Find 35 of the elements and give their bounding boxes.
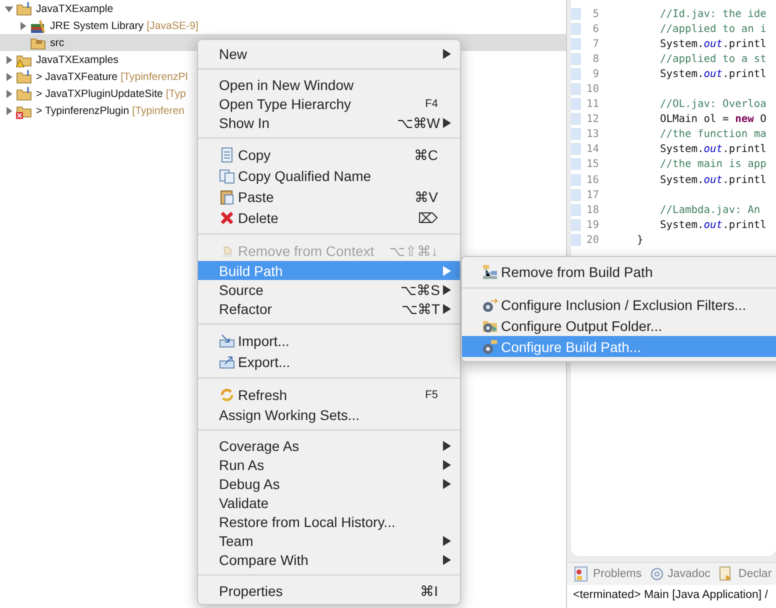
line-number: 20 <box>571 234 603 246</box>
code-line: } <box>636 234 644 246</box>
code-line: System.out.printl <box>659 174 766 186</box>
code-line: System.out.printl <box>659 68 766 80</box>
code-line: //Lambda.jav: An <box>659 204 760 216</box>
tree-decoration: [TypinferenzPl <box>120 70 188 82</box>
tree-decoration: [JavaSE-9] <box>146 20 198 32</box>
code-line: OLMain ol = new O <box>659 113 766 126</box>
code-line: //applied to a st <box>659 52 766 65</box>
code-line: //the function ma <box>659 128 766 140</box>
tree-decoration: [Typinferen <box>132 104 185 116</box>
code-line: //the main is app <box>659 158 766 170</box>
code-line: //Id.jav: the ide <box>659 8 766 20</box>
line-number: 19 <box>571 218 603 231</box>
tree-decoration: [Typ <box>166 88 186 100</box>
code-line: //OL.jav: Overloa <box>659 98 766 110</box>
line-number: 12 <box>571 113 603 126</box>
console-output: <terminated> Main [Java Application] / <box>567 585 776 608</box>
line-number: 13 <box>571 128 603 140</box>
line-number: 16 <box>571 174 603 186</box>
line-number: 5 <box>571 8 603 20</box>
line-number: 18 <box>571 204 603 216</box>
line-number: 11 <box>571 98 603 110</box>
line-number: 6 <box>571 22 603 35</box>
line-number: 9 <box>571 68 603 80</box>
line-number: 15 <box>571 158 603 170</box>
line-number: 14 <box>571 143 603 156</box>
line-number: 17 <box>571 188 603 201</box>
code-line: //applied to an i <box>659 22 766 35</box>
code-line: System.out.printl <box>659 38 766 50</box>
code-line: System.out.printl <box>659 218 766 231</box>
line-number: 8 <box>571 52 603 65</box>
code-line: System.out.printl <box>659 143 766 156</box>
line-number: 10 <box>571 83 603 96</box>
line-number: 7 <box>571 38 603 50</box>
